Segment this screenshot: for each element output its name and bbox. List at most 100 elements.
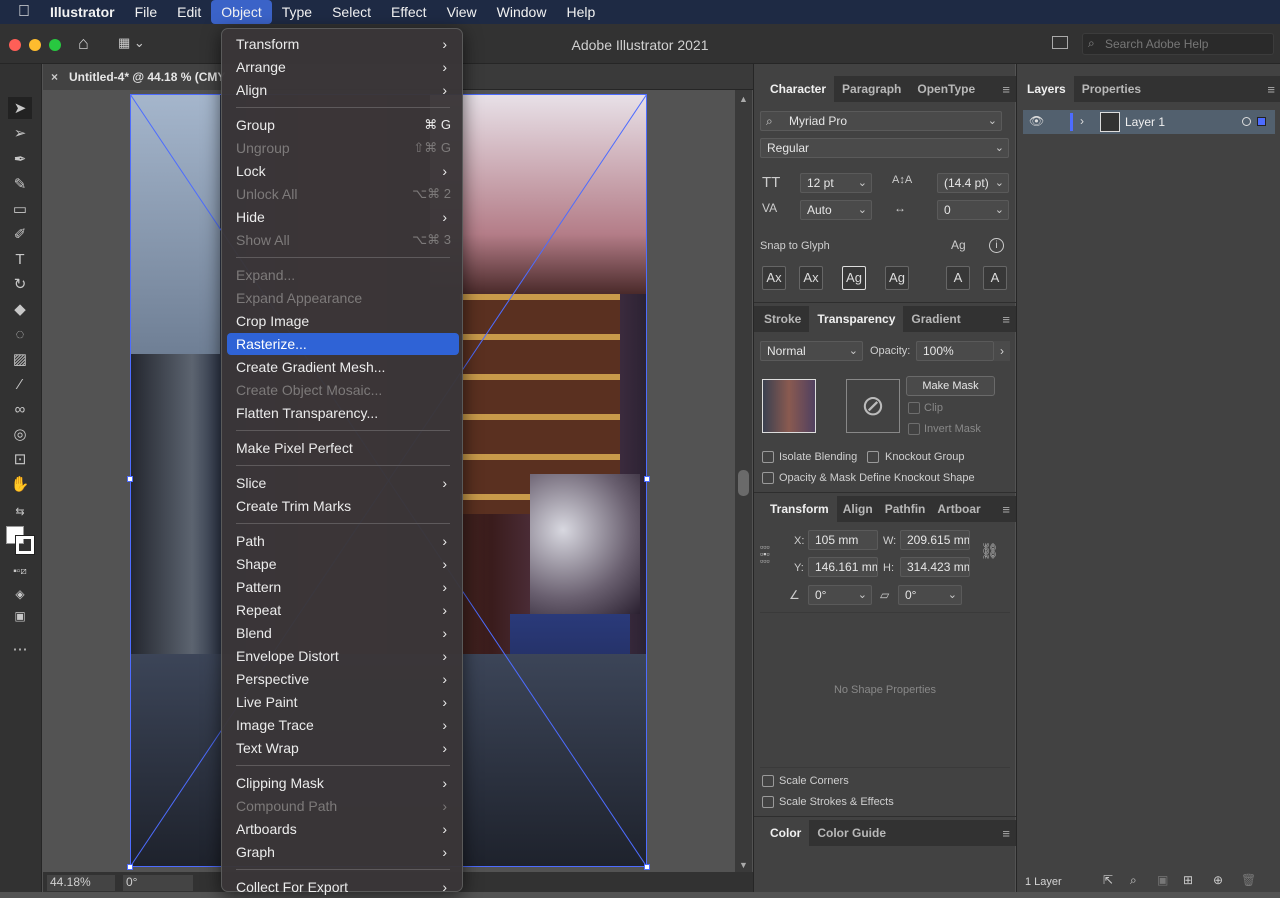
snap-anchor-icon[interactable]: A xyxy=(983,266,1007,290)
app-menu[interactable]: Illustrator xyxy=(40,0,125,24)
menu-item-make-pixel-perfect[interactable]: Make Pixel Perfect xyxy=(227,437,459,459)
scroll-up-icon[interactable]: ▲ xyxy=(739,94,748,104)
y-field[interactable]: 146.161 mm xyxy=(808,557,878,577)
menu-file[interactable]: File xyxy=(125,0,168,24)
menu-item-blend[interactable]: Blend › xyxy=(227,622,459,644)
tab-paragraph[interactable]: Paragraph xyxy=(834,76,909,102)
tab-color-guide[interactable]: Color Guide xyxy=(809,820,894,846)
handle-bottom-left[interactable] xyxy=(127,864,133,870)
search-layer-icon[interactable]: ⌕ xyxy=(1130,873,1137,888)
type-tool-icon[interactable]: T xyxy=(8,248,32,270)
menu-item-path[interactable]: Path › xyxy=(227,530,459,552)
menu-item-lock[interactable]: Lock › xyxy=(227,160,459,182)
menu-item-align[interactable]: Align › xyxy=(227,79,459,101)
clip-checkbox[interactable] xyxy=(908,402,920,414)
glyph-icon[interactable]: Ag xyxy=(951,238,966,252)
menu-item-repeat[interactable]: Repeat › xyxy=(227,599,459,621)
menu-effect[interactable]: Effect xyxy=(381,0,437,24)
menu-item-envelope-distort[interactable]: Envelope Distort › xyxy=(227,645,459,667)
kerning-field[interactable]: Auto ⌄ xyxy=(800,200,872,220)
tab-color[interactable]: Color xyxy=(754,820,810,846)
menu-item-flatten-transparency[interactable]: Flatten Transparency... xyxy=(227,402,459,424)
make-mask-button[interactable]: Make Mask xyxy=(906,376,995,396)
h-field[interactable]: 314.423 mm xyxy=(900,557,970,577)
blend-tool-icon[interactable]: ∞ xyxy=(8,398,32,420)
color-mode-icon[interactable]: ▪▫⧄ xyxy=(8,560,32,582)
tab-gradient[interactable]: Gradient xyxy=(903,306,968,332)
menu-help[interactable]: Help xyxy=(556,0,605,24)
leading-field[interactable]: (14.4 pt) ⌄ xyxy=(937,173,1009,193)
screen-mode-icon[interactable]: ▣ xyxy=(8,605,32,627)
font-style-field[interactable]: Regular ⌄ xyxy=(760,138,1009,158)
apple-icon[interactable]:  xyxy=(0,0,40,24)
direct-selection-tool-icon[interactable]: ➢ xyxy=(8,122,32,144)
eyedropper-tool-icon[interactable]: ⁄ xyxy=(8,373,32,395)
hand-tool-icon[interactable]: ✋ xyxy=(8,473,32,495)
w-field[interactable]: 209.615 mm xyxy=(900,530,970,550)
panel-menu-icon[interactable]: ≡ xyxy=(1002,502,1010,517)
tab-artboards[interactable]: Artboar xyxy=(931,496,986,522)
shear-angle-field[interactable]: 0° ⌄ xyxy=(898,585,962,605)
panel-menu-icon[interactable]: ≡ xyxy=(1267,82,1275,97)
rotate-tool-icon[interactable]: ↻ xyxy=(8,273,32,295)
opacity-chevron-icon[interactable]: › xyxy=(994,341,1010,361)
rectangle-tool-icon[interactable]: ▭ xyxy=(8,198,32,220)
visibility-eye-icon[interactable]: 👁 xyxy=(1029,114,1044,128)
menu-item-hide[interactable]: Hide › xyxy=(227,206,459,228)
menu-item-perspective[interactable]: Perspective › xyxy=(227,668,459,690)
clipping-mask-icon[interactable]: ▣ xyxy=(1157,873,1168,887)
menu-item-arrange[interactable]: Arrange › xyxy=(227,56,459,78)
tab-character[interactable]: Character xyxy=(754,76,835,102)
selection-indicator[interactable] xyxy=(1257,117,1266,126)
menu-item-clipping-mask[interactable]: Clipping Mask › xyxy=(227,772,459,794)
menu-item-live-paint[interactable]: Live Paint › xyxy=(227,691,459,713)
menu-item-rasterize[interactable]: Rasterize... xyxy=(227,333,459,355)
menu-item-collect-for-export[interactable]: Collect For Export › xyxy=(227,876,459,898)
shape-builder-tool-icon[interactable]: ◎ xyxy=(8,423,32,445)
scroll-down-icon[interactable]: ▼ xyxy=(739,860,748,870)
opacity-mask-knockout-checkbox[interactable] xyxy=(762,472,774,484)
info-icon[interactable]: i xyxy=(989,238,1004,253)
tab-stroke[interactable]: Stroke xyxy=(754,306,809,332)
menu-item-create-gradient-mesh[interactable]: Create Gradient Mesh... xyxy=(227,356,459,378)
expand-layer-icon[interactable]: › xyxy=(1080,114,1084,128)
font-family-field[interactable]: Myriad Pro ⌄ xyxy=(760,111,1002,131)
export-icon[interactable]: ⇱ xyxy=(1103,873,1113,887)
menu-item-artboards[interactable]: Artboards › xyxy=(227,818,459,840)
menu-item-group[interactable]: Group ⌘ G xyxy=(227,114,459,136)
reference-point-icon[interactable]: ▫▫▫ ▫▪▫ ▫▫▫ xyxy=(760,543,780,566)
menu-item-create-trim-marks[interactable]: Create Trim Marks xyxy=(227,495,459,517)
menu-edit[interactable]: Edit xyxy=(167,0,211,24)
menu-item-expand[interactable]: Expand... xyxy=(227,264,459,286)
curvature-tool-icon[interactable]: ✎ xyxy=(8,173,32,195)
menu-item-shape[interactable]: Shape › xyxy=(227,553,459,575)
tab-transform[interactable]: Transform xyxy=(754,496,837,522)
tracking-field[interactable]: 0 ⌄ xyxy=(937,200,1009,220)
swap-colors-icon[interactable]: ⇆ xyxy=(8,500,32,522)
font-size-field[interactable]: 12 pt ⌄ xyxy=(800,173,872,193)
knockout-group-checkbox[interactable] xyxy=(867,451,879,463)
menu-item-compound-path[interactable]: Compound Path › xyxy=(227,795,459,817)
invert-mask-checkbox[interactable] xyxy=(908,423,920,435)
delete-layer-icon[interactable]: 🗑 xyxy=(1241,873,1256,887)
snap-xheight-icon[interactable]: Ax xyxy=(799,266,823,290)
more-tools-icon[interactable]: ⋯ xyxy=(8,638,32,660)
constrain-proportions-icon[interactable]: ⛓ xyxy=(980,542,999,560)
scale-strokes-checkbox[interactable] xyxy=(762,796,774,808)
snap-bounds-icon[interactable]: Ag xyxy=(842,266,866,290)
menu-type[interactable]: Type xyxy=(272,0,322,24)
menu-item-graph[interactable]: Graph › xyxy=(227,841,459,863)
menu-item-expand-appearance[interactable]: Expand Appearance xyxy=(227,287,459,309)
panel-menu-icon[interactable]: ≡ xyxy=(1002,82,1010,97)
selection-tool-icon[interactable]: ➤ xyxy=(8,97,32,119)
rotation-field[interactable]: 0° xyxy=(123,875,193,891)
layer-name[interactable]: Layer 1 xyxy=(1125,115,1165,129)
opacity-field[interactable]: 100% xyxy=(916,341,994,361)
vertical-scrollbar[interactable]: ▲ ▼ xyxy=(735,90,752,872)
menu-item-pattern[interactable]: Pattern › xyxy=(227,576,459,598)
scroll-thumb[interactable] xyxy=(738,470,749,496)
menu-item-ungroup[interactable]: Ungroup ⇧⌘ G xyxy=(227,137,459,159)
menu-item-slice[interactable]: Slice › xyxy=(227,472,459,494)
tab-properties[interactable]: Properties xyxy=(1074,76,1149,102)
paintbrush-tool-icon[interactable]: ✐ xyxy=(8,223,32,245)
